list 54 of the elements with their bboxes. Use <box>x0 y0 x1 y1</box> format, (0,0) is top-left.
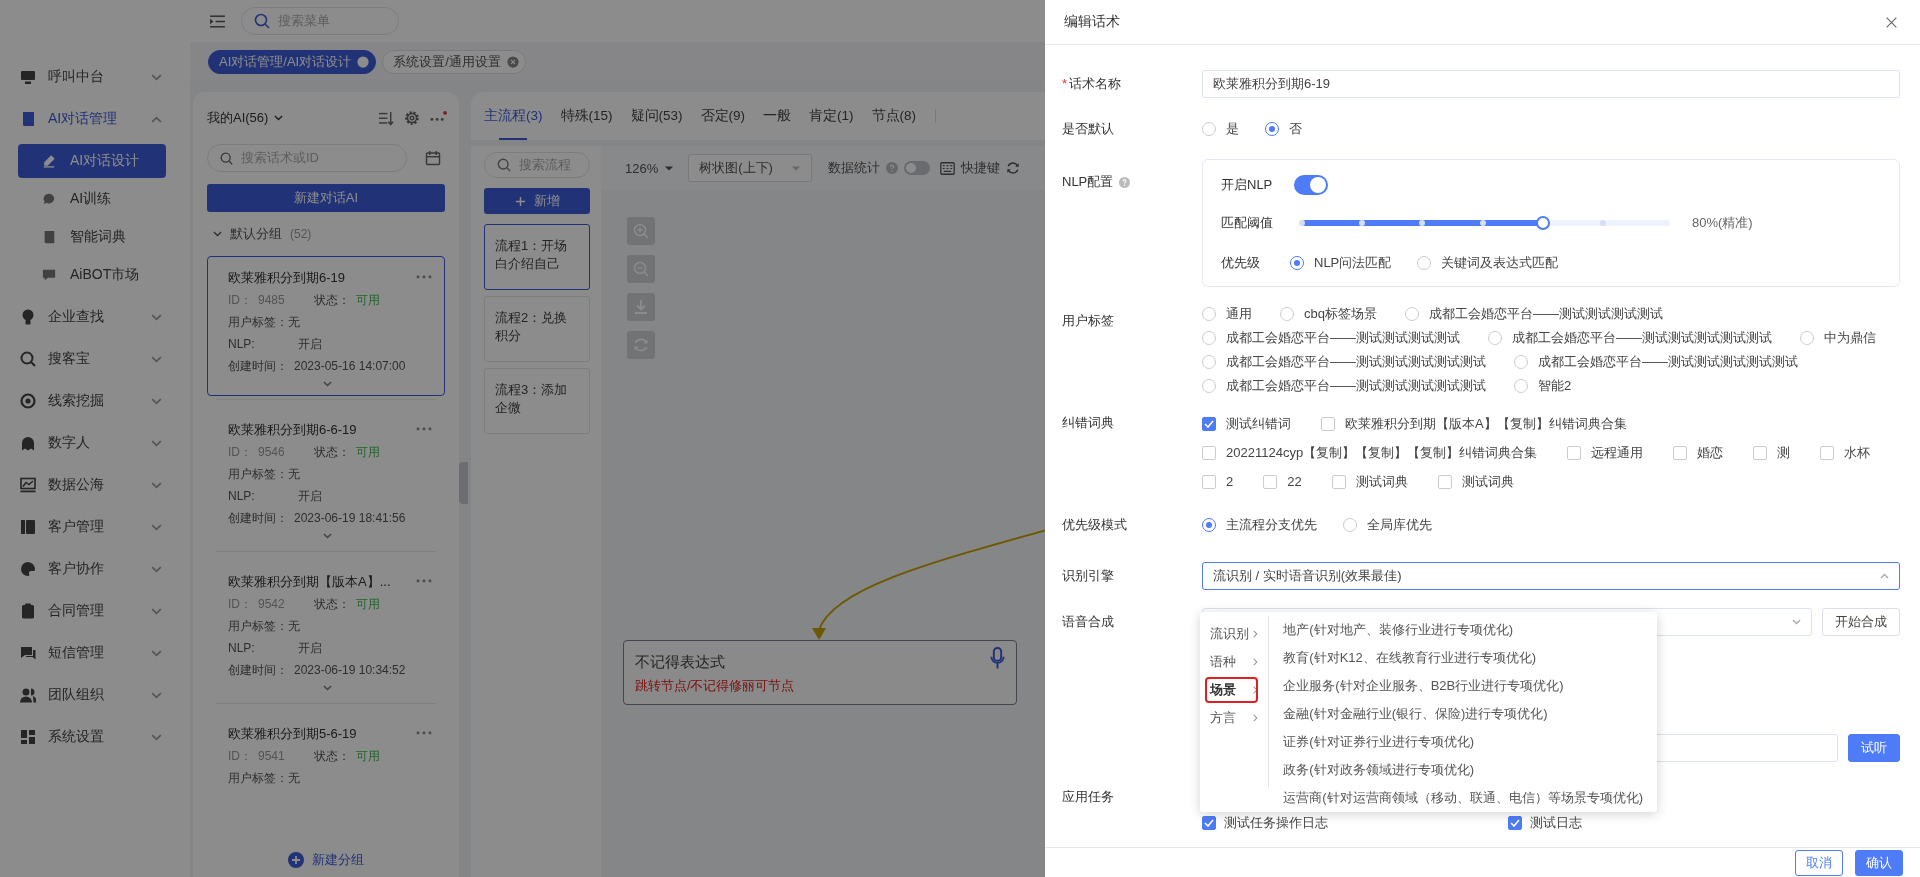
nlp-label: NLP: <box>228 488 256 505</box>
field-label: NLP配置 <box>1062 173 1114 191</box>
status-value: 可用 <box>356 444 380 461</box>
created-value: 2023-06-19 18:41:56 <box>294 510 406 527</box>
status-value: 可用 <box>356 748 380 765</box>
nlp-label: NLP: <box>228 640 256 657</box>
card-title: 欧莱雅积分到期5-6-19 <box>228 725 358 743</box>
stats-label: 数据统计 <box>828 159 881 177</box>
created-value: 2023-06-19 10:34:52 <box>294 662 406 679</box>
priority-label: 优先级 <box>1221 254 1260 272</box>
status-value: 可用 <box>356 292 380 309</box>
field-label: 纠错词典 <box>1062 414 1115 432</box>
tag-text: 用户标签：无 <box>228 466 301 483</box>
node-title: 不记得表达式 <box>635 652 726 672</box>
slider-value: 80%(精准) <box>1692 214 1753 232</box>
id-label: ID： <box>228 596 252 613</box>
id-label: ID： <box>228 444 252 461</box>
id-label: ID： <box>228 748 252 765</box>
field-label: 是否默认 <box>1062 120 1115 138</box>
tag-text: 用户标签：无 <box>228 770 301 787</box>
created-value: 2023-05-16 14:07:00 <box>294 358 406 375</box>
created-label: 创建时间： <box>228 358 288 375</box>
field-label: 应用任务 <box>1062 788 1115 806</box>
card-title: 欧莱雅积分到期6-6-19 <box>228 421 358 439</box>
field-label: 用户标签 <box>1062 312 1115 330</box>
slider-label: 匹配阈值 <box>1221 214 1273 232</box>
field-label: 语音合成 <box>1062 613 1115 631</box>
card-title: 欧莱雅积分到期6-19 <box>228 269 347 287</box>
tag-text: 用户标签：无 <box>228 314 301 331</box>
tag-text: 用户标签：无 <box>228 618 301 635</box>
id-value: 9485 <box>258 292 286 309</box>
nlp-value: 开启 <box>298 488 322 505</box>
created-label: 创建时间： <box>228 510 288 527</box>
node-subtitle: 跳转节点/不记得修丽可节点 <box>635 678 796 695</box>
field-label: 识别引擎 <box>1062 567 1115 585</box>
field-label-text: 话术名称 <box>1069 75 1122 93</box>
nlp-value: 开启 <box>298 336 322 353</box>
nlp-value: 开启 <box>298 640 322 657</box>
id-label: ID： <box>228 292 252 309</box>
id-value: 9546 <box>258 444 286 461</box>
nlp-label: NLP: <box>228 336 256 353</box>
id-value: 9541 <box>258 748 286 765</box>
status-value: 可用 <box>356 596 380 613</box>
toggle-label: 开启NLP <box>1221 176 1273 194</box>
status-label: 状态： <box>314 444 350 461</box>
created-label: 创建时间： <box>228 662 288 679</box>
required-mark: * <box>1062 75 1068 93</box>
status-label: 状态： <box>314 292 350 309</box>
drawer-title: 编辑话术 <box>1064 13 1120 31</box>
status-label: 状态： <box>314 748 350 765</box>
status-label: 状态： <box>314 596 350 613</box>
card-title: 欧莱雅积分到期【版本A】... <box>228 573 392 591</box>
id-value: 9542 <box>258 596 286 613</box>
field-label: 优先级模式 <box>1062 516 1128 534</box>
